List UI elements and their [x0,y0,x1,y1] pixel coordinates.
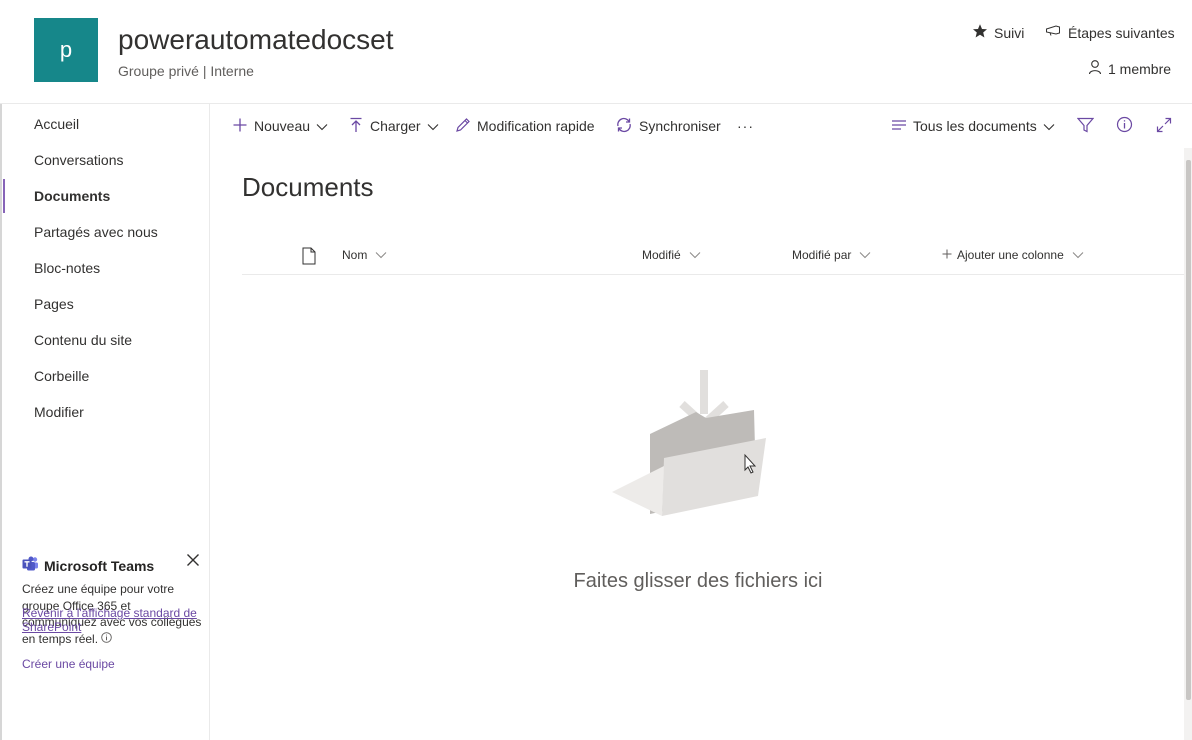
add-column-button[interactable]: Ajouter une colonne [942,248,1084,262]
star-icon [972,23,988,42]
filter-button[interactable] [1076,116,1095,136]
column-name[interactable]: Nom [342,248,387,262]
fullscreen-button[interactable] [1156,116,1172,136]
teams-icon [22,556,39,575]
person-icon [1087,59,1103,78]
members-button[interactable]: 1 membre [1087,59,1171,78]
page-title: Documents [242,172,374,202]
view-selector[interactable]: Tous les documents [891,116,1055,136]
chevron-down-icon [316,118,328,134]
next-steps-button[interactable]: Étapes suivantes [1045,23,1175,42]
view-label: Tous les documents [913,118,1037,134]
add-column-label: Ajouter une colonne [957,248,1064,262]
left-navigation: Accueil Conversations Documents Partagés… [0,104,210,740]
drop-files-message: Faites glisser des fichiers ici [573,570,823,592]
column-name-label: Nom [342,248,368,262]
megaphone-icon [1045,23,1061,42]
expand-icon [1156,117,1172,136]
teams-title-label: Microsoft Teams [44,557,155,574]
nav-item-bloc-notes[interactable]: Bloc-notes [34,256,100,280]
create-team-link[interactable]: Créer une équipe [22,657,202,671]
upload-button[interactable]: Charger [348,116,439,136]
info-pane-button[interactable] [1116,116,1133,136]
view-lines-icon [891,118,907,135]
column-modified[interactable]: Modifié [642,248,701,262]
more-options-button[interactable]: ··· [737,116,754,136]
quick-edit-label: Modification rapide [477,118,595,134]
sync-button[interactable]: Synchroniser [615,116,721,136]
nav-item-conversations[interactable]: Conversations [34,148,124,172]
empty-folder-illustration [606,366,776,526]
chevron-down-icon [859,248,871,262]
command-bar: Nouveau Charger Modification rapide Sync… [210,104,1192,148]
close-icon[interactable] [184,551,202,569]
document-icon [302,247,316,268]
upload-label: Charger [370,118,421,134]
column-modified-by[interactable]: Modifié par [792,248,871,262]
sync-icon [615,117,633,136]
site-title[interactable]: powerautomatedocset [118,24,394,56]
column-header-row: Nom Modifié Modifié par Ajouter une colo… [242,238,1186,275]
nav-item-documents[interactable]: Documents [34,184,110,208]
plus-icon [942,248,952,262]
classic-view-link[interactable]: Revenir à l'affichage standard de ShareP… [22,606,202,634]
chevron-down-icon [1072,248,1084,262]
site-header: p powerautomatedocset Groupe privé | Int… [0,0,1192,104]
nav-item-accueil[interactable]: Accueil [34,112,79,136]
chevron-down-icon [427,118,439,134]
sync-label: Synchroniser [639,118,721,134]
filter-icon [1076,117,1095,136]
site-subtitle: Groupe privé | Interne [118,63,254,79]
nav-item-modifier[interactable]: Modifier [34,400,84,424]
nav-item-partages[interactable]: Partagés avec nous [34,220,158,244]
chevron-down-icon [689,248,701,262]
column-modified-label: Modifié [642,248,681,262]
nav-item-pages[interactable]: Pages [34,292,74,316]
nav-item-contenu[interactable]: Contenu du site [34,328,132,352]
plus-icon [232,117,248,136]
nav-selected-indicator [3,179,5,213]
teams-card-title: Microsoft Teams [22,556,202,575]
scrollbar-thumb[interactable] [1186,160,1191,700]
nav-item-corbeille[interactable]: Corbeille [34,364,89,388]
site-logo[interactable]: p [34,18,98,82]
chevron-down-icon [375,248,387,262]
upload-arrow-icon [348,117,364,136]
new-button[interactable]: Nouveau [232,116,328,136]
next-steps-label: Étapes suivantes [1068,24,1175,41]
file-type-column[interactable] [302,247,316,268]
members-label: 1 membre [1108,60,1172,77]
follow-label: Suivi [994,24,1025,41]
column-modified-by-label: Modifié par [792,248,852,262]
new-label: Nouveau [254,118,311,134]
info-icon [1116,116,1133,136]
pencil-icon [455,117,471,136]
chevron-down-icon [1043,118,1055,134]
quick-edit-button[interactable]: Modification rapide [455,116,595,136]
follow-button[interactable]: Suivi [972,23,1024,42]
